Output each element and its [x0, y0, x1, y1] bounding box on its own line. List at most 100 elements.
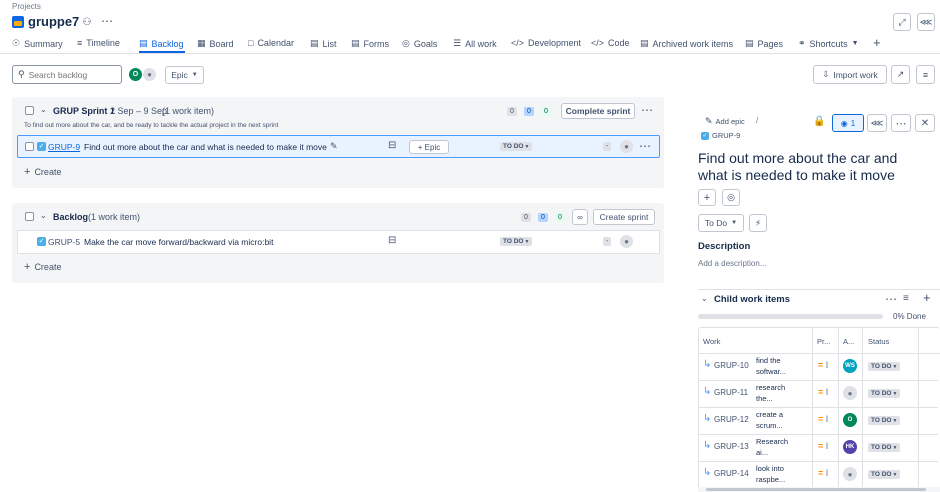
- create-sprint-button[interactable]: Create sprint: [593, 209, 655, 225]
- issue-title[interactable]: Find out more about the car and what is …: [698, 150, 928, 184]
- child-key[interactable]: GRUP-10: [714, 361, 749, 370]
- chevron-down-icon[interactable]: ⌄: [701, 294, 708, 303]
- tab-shortcuts[interactable]: ⚭ Shortcuts ▼: [798, 38, 859, 49]
- settings-icon[interactable]: ◎: [722, 189, 740, 206]
- tab-summary[interactable]: ☉ Summary: [12, 38, 63, 49]
- child-key[interactable]: GRUP-13: [714, 442, 749, 451]
- tab-code[interactable]: </> Code: [591, 38, 630, 48]
- unassigned-avatar-icon[interactable]: ●: [843, 386, 857, 400]
- complete-sprint-button[interactable]: Complete sprint: [561, 103, 635, 119]
- close-icon[interactable]: ✕: [915, 114, 935, 132]
- more-icon[interactable]: ⋯: [641, 103, 653, 117]
- status-dropdown[interactable]: TO DO ▼: [500, 237, 533, 246]
- child-items-icon[interactable]: ⊟: [388, 140, 396, 151]
- tab-pages[interactable]: ▤ Pages: [745, 38, 783, 49]
- issue-key-link[interactable]: GRUP-5: [48, 237, 80, 247]
- add-epic-link[interactable]: ✎ Add epic: [705, 116, 745, 127]
- issue-summary[interactable]: Make the car move forward/backward via m…: [84, 237, 273, 247]
- status-dropdown[interactable]: To Do ▼: [698, 214, 744, 232]
- link-icon[interactable]: ∞: [572, 209, 588, 225]
- assignee-avatar-icon[interactable]: ●: [620, 235, 633, 248]
- child-summary[interactable]: look into raspbe...: [756, 463, 785, 485]
- sprint-title[interactable]: GRUP Sprint 1: [53, 106, 115, 116]
- backlog-checkbox[interactable]: [25, 212, 34, 221]
- tab-list[interactable]: ▤ List: [310, 38, 337, 49]
- automation-icon[interactable]: ⚡: [749, 214, 767, 232]
- description-field[interactable]: Add a description...: [698, 259, 766, 268]
- column-header[interactable]: A...: [843, 337, 854, 346]
- tab-board[interactable]: ▦ Board: [197, 38, 234, 49]
- tab-all-work[interactable]: ☰ All work: [453, 38, 497, 49]
- more-icon[interactable]: ⋯: [891, 114, 911, 132]
- unassigned-avatar-icon[interactable]: ●: [143, 68, 156, 81]
- unassigned-avatar-icon[interactable]: ●: [843, 467, 857, 481]
- child-key[interactable]: GRUP-14: [714, 469, 749, 478]
- backlog-title[interactable]: Backlog: [53, 212, 88, 222]
- status-dropdown[interactable]: TO DO ▼: [868, 470, 901, 479]
- chevron-down-icon[interactable]: ⌄: [40, 211, 47, 220]
- expand-icon[interactable]: ⤢: [893, 13, 911, 31]
- edit-icon[interactable]: ✎: [330, 141, 338, 152]
- create-button[interactable]: + Create: [24, 261, 61, 273]
- child-summary[interactable]: find the softwar...: [756, 355, 786, 377]
- avatar[interactable]: WS: [843, 359, 857, 373]
- assignee-avatar-icon[interactable]: ●: [620, 140, 633, 153]
- child-items-icon[interactable]: ⊟: [388, 235, 396, 246]
- avatar[interactable]: HK: [843, 440, 857, 454]
- create-button[interactable]: + Create: [24, 166, 61, 178]
- import-work-button[interactable]: ⇩ Import work: [813, 65, 887, 84]
- sprint-checkbox[interactable]: [25, 106, 34, 115]
- tab-goals[interactable]: ◎ Goals: [402, 38, 437, 49]
- view-settings-icon[interactable]: ≡: [916, 65, 935, 84]
- column-header[interactable]: Pr...: [817, 337, 830, 346]
- add-icon[interactable]: +: [698, 189, 716, 206]
- status-dropdown[interactable]: TO DO ▼: [868, 389, 901, 398]
- tab-timeline[interactable]: ≡ Timeline: [77, 38, 120, 48]
- item-checkbox[interactable]: [25, 142, 34, 151]
- avatar[interactable]: O: [843, 413, 857, 427]
- team-icon[interactable]: ⚇: [80, 15, 94, 29]
- child-items-title[interactable]: Child work items: [714, 294, 790, 305]
- issue-key-link[interactable]: GRUP-9: [48, 142, 80, 152]
- filter-icon[interactable]: ≡: [903, 293, 909, 304]
- tab-development[interactable]: </> Development: [511, 38, 581, 48]
- add-tab-icon[interactable]: +: [873, 35, 881, 50]
- insights-icon[interactable]: ↗: [891, 65, 910, 84]
- more-icon[interactable]: ⋯: [885, 292, 897, 306]
- child-summary[interactable]: Research ai...: [756, 436, 788, 458]
- tab-backlog[interactable]: ▤ Backlog: [139, 38, 184, 49]
- search-box[interactable]: ⚲: [12, 65, 122, 84]
- status-dropdown[interactable]: TO DO ▼: [868, 362, 901, 371]
- issue-breadcrumb[interactable]: ✓ GRUP-9: [701, 131, 740, 140]
- column-header[interactable]: Status: [868, 337, 889, 346]
- child-key[interactable]: GRUP-12: [714, 415, 749, 424]
- add-icon[interactable]: +: [923, 290, 931, 305]
- status-dropdown[interactable]: TO DO ▼: [500, 142, 533, 151]
- child-summary[interactable]: research the...: [756, 382, 785, 404]
- chevron-down-icon[interactable]: ⌄: [40, 105, 47, 114]
- child-key[interactable]: GRUP-11: [714, 388, 748, 397]
- child-summary[interactable]: create a scrum...: [756, 409, 783, 431]
- tab-calendar[interactable]: □ Calendar: [248, 38, 294, 48]
- share-icon[interactable]: ⋘: [867, 114, 887, 132]
- avatar[interactable]: O: [129, 68, 142, 81]
- status-dropdown[interactable]: TO DO ▼: [868, 443, 901, 452]
- tab-forms[interactable]: ▤ Forms: [351, 38, 389, 49]
- status-dropdown[interactable]: TO DO ▼: [868, 416, 901, 425]
- issue-summary[interactable]: Find out more about the car and what is …: [84, 142, 327, 152]
- scrollbar-thumb[interactable]: [706, 488, 926, 491]
- add-epic-button[interactable]: + Epic: [409, 140, 449, 154]
- story-points[interactable]: -: [603, 237, 612, 246]
- epic-filter-button[interactable]: Epic ▼: [165, 66, 204, 84]
- share-icon[interactable]: ⋘: [917, 13, 935, 31]
- breadcrumb[interactable]: Projects: [12, 2, 41, 11]
- more-actions-icon[interactable]: ⋯: [101, 14, 113, 28]
- horizontal-scrollbar[interactable]: [698, 487, 940, 492]
- tab-archived[interactable]: ▤ Archived work items: [640, 38, 733, 49]
- story-points[interactable]: -: [603, 142, 612, 151]
- search-input[interactable]: [28, 69, 117, 80]
- column-header[interactable]: Work: [703, 337, 720, 346]
- lock-icon[interactable]: 🔒: [813, 116, 825, 127]
- watch-button[interactable]: ◉ 1: [832, 114, 864, 132]
- more-icon[interactable]: ⋯: [639, 139, 651, 153]
